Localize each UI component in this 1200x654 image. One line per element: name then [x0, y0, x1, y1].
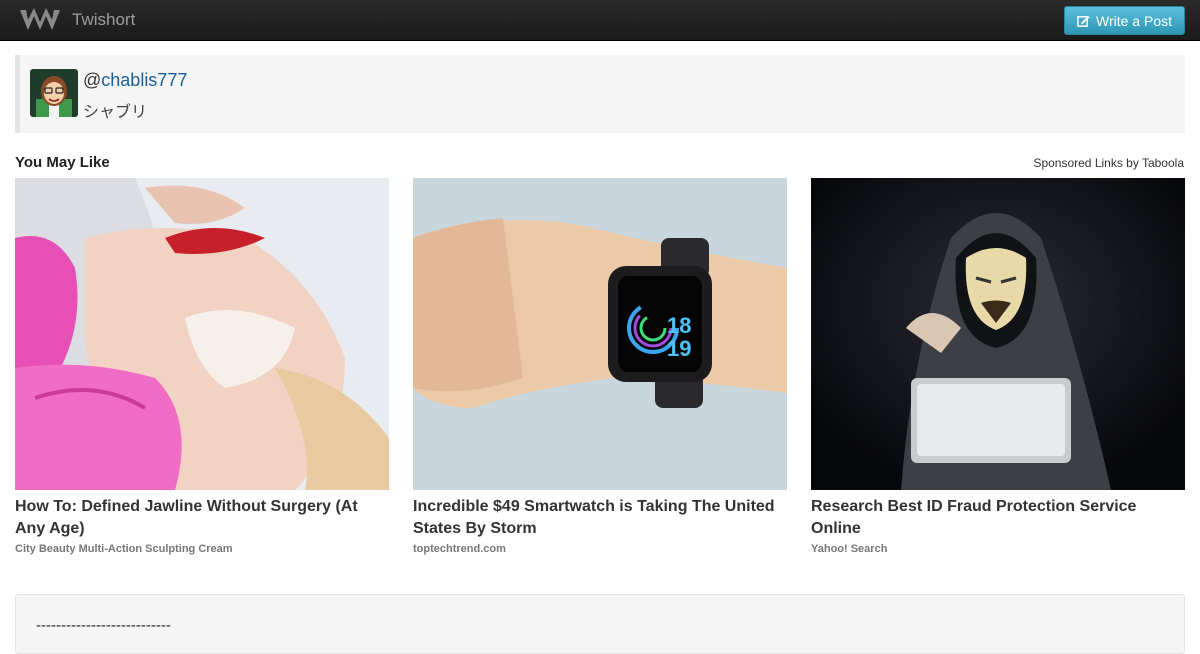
hacker-photo[interactable] — [811, 178, 1185, 490]
recommendation-card[interactable]: Research Best ID Fraud Protection Servic… — [811, 178, 1185, 555]
avatar[interactable] — [30, 69, 78, 117]
smartwatch-photo[interactable]: 18 19 — [413, 178, 787, 490]
card-source: toptechtrend.com — [413, 543, 506, 555]
write-post-label: Write a Post — [1096, 12, 1172, 29]
watch-minute: 19 — [667, 336, 691, 361]
card-title[interactable]: How To: Defined Jawline Without Surgery … — [15, 496, 389, 540]
sponsored-links-link[interactable]: Sponsored Links by Taboola — [1033, 156, 1184, 170]
top-navbar: Twishort Write a Post — [0, 0, 1200, 41]
card-source: Yahoo! Search — [811, 543, 888, 555]
edit-icon — [1077, 15, 1090, 27]
user-display-name: シャブリ — [83, 104, 148, 121]
user-handle-link[interactable]: @chablis777 — [83, 70, 187, 91]
profile-card: @chablis777 シャブリ — [15, 55, 1185, 133]
post-text: --------------------------- — [36, 617, 171, 634]
card-source: City Beauty Multi-Action Sculpting Cream — [15, 543, 233, 555]
recommendation-card[interactable]: 18 19 Incredible $49 Smartwatch is Takin… — [413, 178, 787, 555]
watch-hour: 18 — [667, 313, 691, 338]
brand-link[interactable]: Twishort — [18, 5, 135, 35]
post-content-box: --------------------------- — [15, 594, 1185, 654]
twishort-logo-icon — [20, 8, 60, 30]
brand-name: Twishort — [72, 10, 136, 29]
jawline-photo[interactable] — [15, 178, 389, 490]
card-title[interactable]: Research Best ID Fraud Protection Servic… — [811, 496, 1185, 540]
card-title[interactable]: Incredible $49 Smartwatch is Taking The … — [413, 496, 787, 540]
write-post-button[interactable]: Write a Post — [1064, 6, 1185, 35]
you-may-like-heading: You May Like — [15, 154, 110, 171]
recommendation-card[interactable]: How To: Defined Jawline Without Surgery … — [15, 178, 389, 555]
